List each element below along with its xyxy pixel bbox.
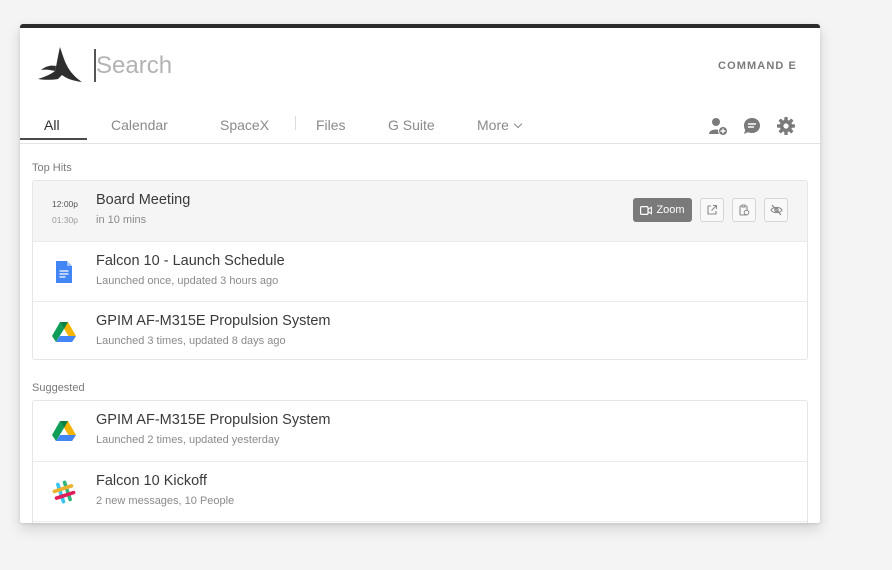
tab-spacex[interactable]: SpaceX xyxy=(220,114,269,143)
suggested-list: GPIM AF-M315E Propulsion System Launched… xyxy=(32,400,808,523)
list-item-launch-schedule[interactable]: Falcon 10 - Launch Schedule Launched onc… xyxy=(33,241,807,301)
external-link-icon xyxy=(707,204,718,215)
item-subtitle: in 10 mins xyxy=(96,214,147,226)
tab-more[interactable]: More xyxy=(477,114,523,143)
keyboard-shortcut-hint: COMMAND E xyxy=(718,60,797,72)
list-item-board-meeting[interactable]: 12:00p 01:30p Board Meeting in 10 mins Z… xyxy=(33,181,807,241)
google-docs-icon xyxy=(56,261,72,283)
bird-logo-icon xyxy=(38,47,82,82)
chat-icon[interactable] xyxy=(742,116,762,136)
list-item-partial[interactable] xyxy=(33,521,807,523)
tab-bar: All Calendar SpaceX Files G Suite More xyxy=(20,110,820,144)
launcher-window: COMMAND E All Calendar SpaceX Files G Su… xyxy=(20,24,820,523)
open-external-button[interactable] xyxy=(700,198,724,222)
list-item-gpim-propulsion-suggested[interactable]: GPIM AF-M315E Propulsion System Launched… xyxy=(33,401,807,461)
event-end-time: 01:30p xyxy=(52,215,78,225)
zoom-button-label: Zoom xyxy=(656,204,685,216)
google-drive-icon xyxy=(52,322,76,342)
item-subtitle: 2 new messages, 10 People xyxy=(96,495,235,507)
gear-icon[interactable] xyxy=(776,116,796,136)
tab-divider xyxy=(295,116,296,130)
tab-more-label: More xyxy=(477,117,509,133)
active-tab-indicator xyxy=(20,138,87,140)
clipboard-icon xyxy=(739,204,750,216)
copy-link-button[interactable] xyxy=(732,198,756,222)
chevron-down-icon xyxy=(513,119,523,129)
hide-item-button[interactable] xyxy=(764,198,788,222)
tab-g-suite[interactable]: G Suite xyxy=(388,114,435,143)
item-subtitle: Launched 2 times, updated yesterday xyxy=(96,434,280,446)
eye-slash-icon xyxy=(769,204,783,216)
section-label-top-hits: Top Hits xyxy=(32,162,72,174)
top-hits-list: 12:00p 01:30p Board Meeting in 10 mins Z… xyxy=(32,180,808,360)
tab-calendar[interactable]: Calendar xyxy=(111,114,168,143)
item-title: Falcon 10 Kickoff xyxy=(96,473,207,489)
list-item-falcon-kickoff[interactable]: Falcon 10 Kickoff 2 new messages, 10 Peo… xyxy=(33,461,807,521)
item-title: Falcon 10 - Launch Schedule xyxy=(96,253,285,269)
item-subtitle: Launched 3 times, updated 8 days ago xyxy=(96,335,286,347)
item-title: Board Meeting xyxy=(96,192,191,208)
zoom-button[interactable]: Zoom xyxy=(633,198,692,222)
video-camera-icon xyxy=(640,205,653,215)
event-start-time: 12:00p xyxy=(52,199,78,209)
add-user-icon[interactable] xyxy=(708,116,728,136)
slack-icon xyxy=(52,480,76,504)
search-input[interactable] xyxy=(96,45,656,87)
section-label-suggested: Suggested xyxy=(32,382,85,394)
item-title: GPIM AF-M315E Propulsion System xyxy=(96,412,331,428)
google-drive-icon xyxy=(52,421,76,441)
list-item-gpim-propulsion[interactable]: GPIM AF-M315E Propulsion System Launched… xyxy=(33,301,807,359)
tab-files[interactable]: Files xyxy=(316,114,346,143)
item-subtitle: Launched once, updated 3 hours ago xyxy=(96,275,279,287)
item-title: GPIM AF-M315E Propulsion System xyxy=(96,313,331,329)
